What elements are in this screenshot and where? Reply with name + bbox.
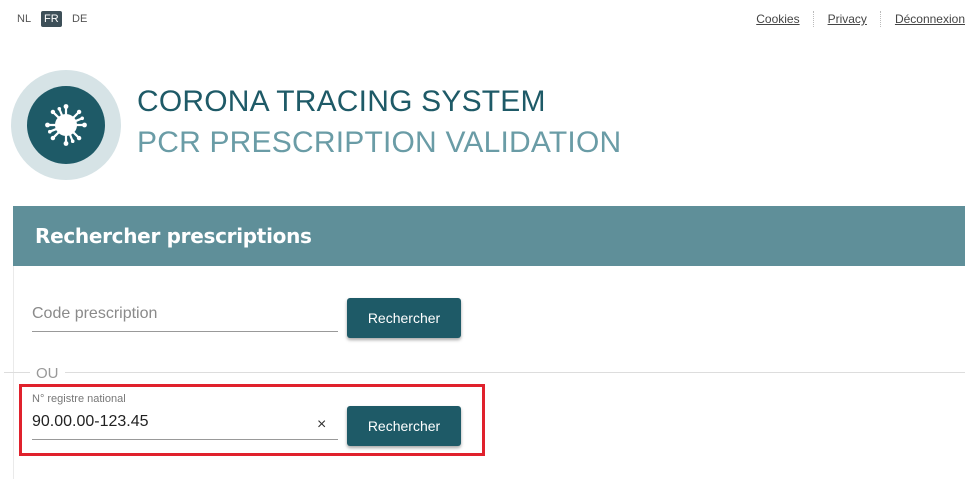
- national-register-label: N° registre national: [32, 393, 126, 405]
- app-title: CORONA TRACING SYSTEM: [137, 85, 546, 118]
- input-underline: [32, 439, 338, 440]
- prescription-code-input[interactable]: Code prescription: [32, 305, 157, 322]
- logo-circle: [27, 86, 105, 164]
- national-register-field[interactable]: 90.00.00-123.45: [32, 413, 338, 440]
- input-underline: [32, 331, 338, 332]
- separator-line: [4, 372, 965, 373]
- virus-icon: [45, 104, 87, 146]
- divider: [879, 11, 882, 27]
- lang-de[interactable]: DE: [72, 12, 87, 26]
- lang-nl[interactable]: NL: [17, 12, 31, 26]
- top-bar: NL FR DE Cookies Privacy Déconnexion: [0, 0, 965, 40]
- divider: [812, 11, 815, 27]
- close-icon[interactable]: ×: [317, 416, 326, 434]
- search-national-register-button[interactable]: Rechercher: [347, 406, 461, 446]
- prescription-code-field[interactable]: Code prescription: [32, 305, 338, 332]
- cookies-link[interactable]: Cookies: [756, 12, 799, 26]
- national-register-input[interactable]: 90.00.00-123.45: [32, 413, 149, 430]
- lang-fr[interactable]: FR: [41, 11, 62, 27]
- logout-link[interactable]: Déconnexion: [895, 12, 965, 26]
- app-subtitle: PCR PRESCRIPTION VALIDATION: [137, 126, 622, 159]
- search-prescription-button[interactable]: Rechercher: [347, 298, 461, 338]
- panel-title: Rechercher prescriptions: [35, 224, 312, 248]
- privacy-link[interactable]: Privacy: [828, 12, 867, 26]
- separator-label: OU: [30, 365, 65, 382]
- panel-header: Rechercher prescriptions: [13, 206, 965, 266]
- logo: [11, 70, 121, 180]
- top-links: Cookies Privacy Déconnexion: [756, 11, 965, 27]
